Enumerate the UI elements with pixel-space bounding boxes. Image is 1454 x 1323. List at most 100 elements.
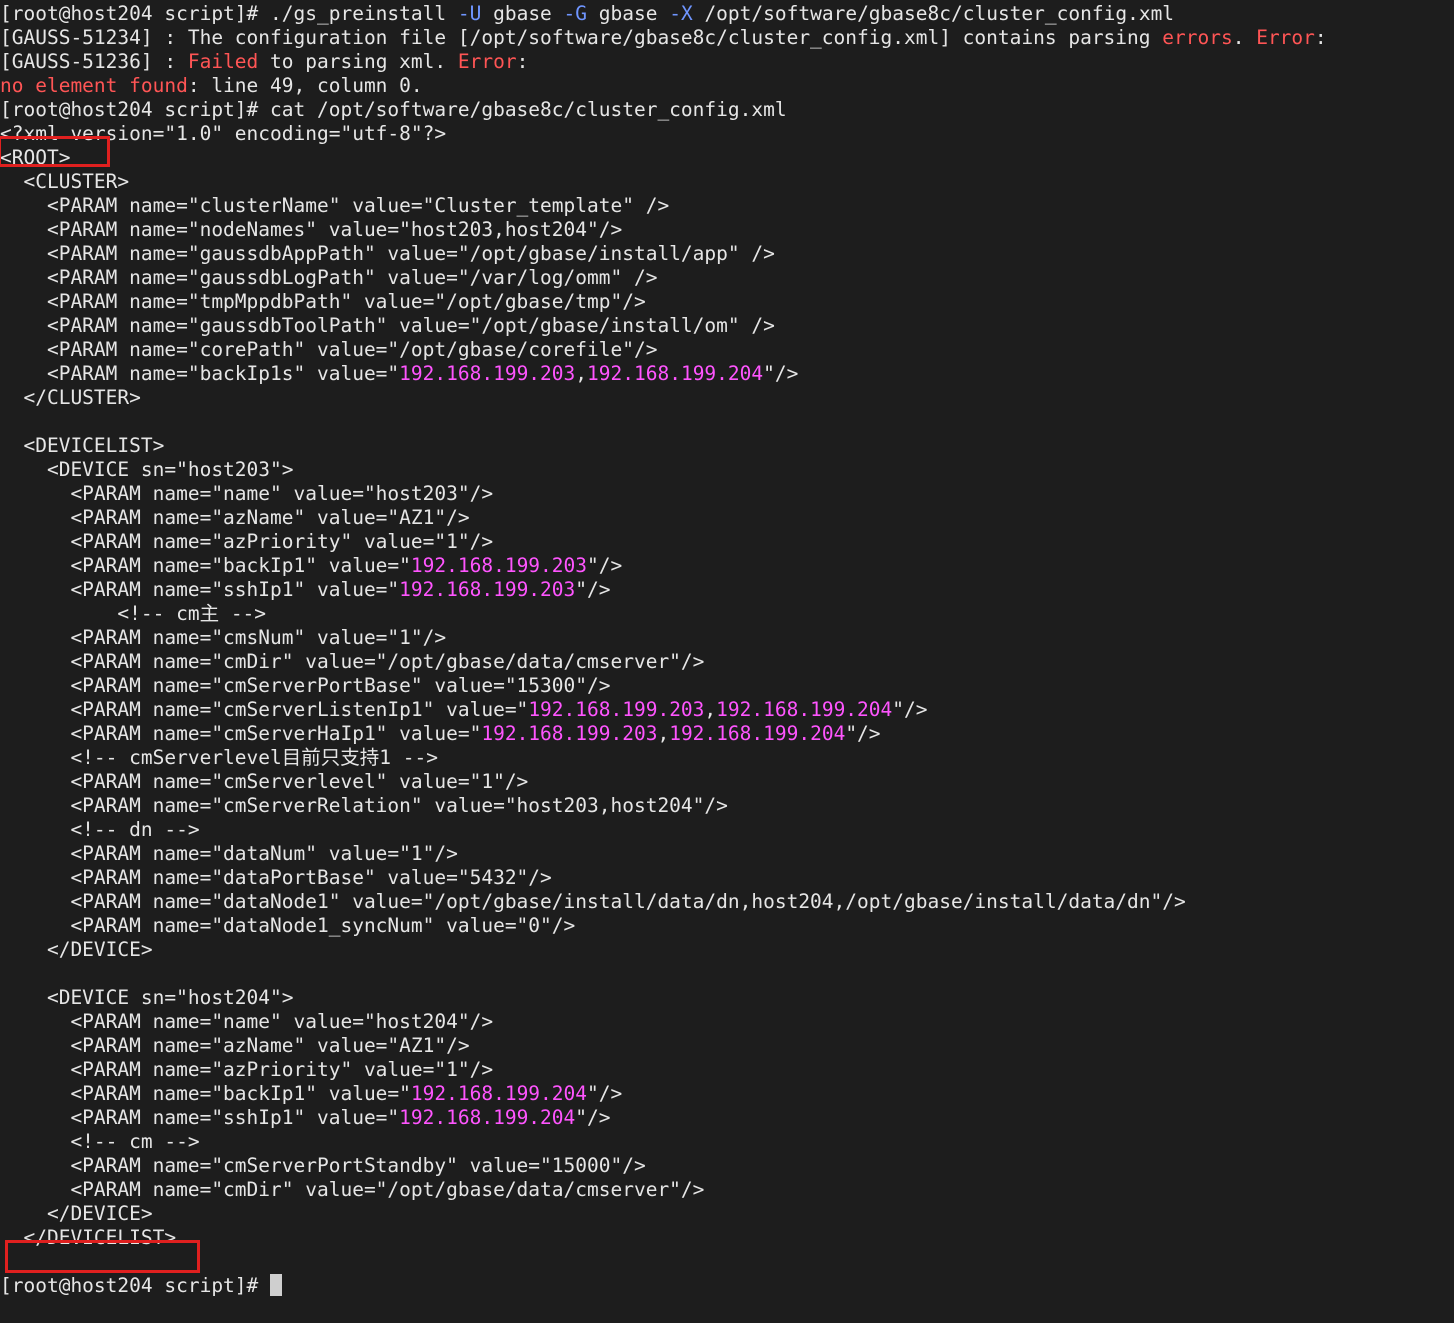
- terminal-line: <PARAM name="cmServerPortBase" value="15…: [0, 674, 1327, 698]
- terminal-text-segment: 192.168.199.203: [528, 698, 705, 721]
- terminal-line: <PARAM name="gaussdbLogPath" value="/var…: [0, 266, 1327, 290]
- terminal-output: [root@host204 script]# ./gs_preinstall -…: [0, 2, 1327, 1298]
- terminal-text-segment: Failed: [187, 50, 259, 73]
- terminal-text-segment: <PARAM name="cmServerPortStandby" value=…: [0, 1154, 646, 1177]
- terminal-line: </DEVICE>: [0, 938, 1327, 962]
- terminal-line: <PARAM name="azPriority" value="1"/>: [0, 1058, 1327, 1082]
- terminal-line: <PARAM name="gaussdbAppPath" value="/opt…: [0, 242, 1327, 266]
- terminal-line: <PARAM name="nodeNames" value="host203,h…: [0, 218, 1327, 242]
- terminal-text-segment: </DEVICE>: [0, 938, 153, 961]
- terminal-text-segment: "/>: [575, 1106, 611, 1129]
- terminal-line: <PARAM name="azPriority" value="1"/>: [0, 530, 1327, 554]
- terminal-window[interactable]: [root@host204 script]# ./gs_preinstall -…: [0, 0, 1454, 1323]
- terminal-line: <PARAM name="dataPortBase" value="5432"/…: [0, 866, 1327, 890]
- terminal-line: <PARAM name="sshIp1" value="192.168.199.…: [0, 1106, 1327, 1130]
- terminal-text-segment: 192.168.199.204: [587, 362, 764, 385]
- terminal-line: <PARAM name="sshIp1" value="192.168.199.…: [0, 578, 1327, 602]
- terminal-line: <PARAM name="cmDir" value="/opt/gbase/da…: [0, 650, 1327, 674]
- terminal-text-segment: "/>: [587, 1082, 623, 1105]
- terminal-text-segment: <PARAM name="cmServerHaIp1" value=": [0, 722, 482, 745]
- terminal-line: <!-- dn -->: [0, 818, 1327, 842]
- terminal-text-segment: <PARAM name="cmDir" value="/opt/gbase/da…: [0, 650, 705, 673]
- terminal-line: <PARAM name="backIp1" value="192.168.199…: [0, 554, 1327, 578]
- terminal-text-segment: <PARAM name="name" value="host204"/>: [0, 1010, 494, 1033]
- terminal-text-segment: -X: [669, 2, 693, 25]
- terminal-text-segment: <PARAM name="gaussdbAppPath" value="/opt…: [0, 242, 775, 265]
- terminal-text-segment: 192.168.199.203: [399, 362, 576, 385]
- terminal-line: <DEVICE sn="host204">: [0, 986, 1327, 1010]
- terminal-text-segment: <PARAM name="sshIp1" value=": [0, 1106, 400, 1129]
- terminal-text-segment: ,: [657, 722, 670, 745]
- terminal-line: <PARAM name="corePath" value="/opt/gbase…: [0, 338, 1327, 362]
- terminal-text-segment: <DEVICE sn="host204">: [0, 986, 294, 1009]
- terminal-text-segment: <!-- cm主 -->: [0, 602, 267, 625]
- terminal-text-segment: <PARAM name="cmServerPortBase" value="15…: [0, 674, 611, 697]
- prompt-line[interactable]: [root@host204 script]#: [0, 1274, 1327, 1298]
- terminal-line: <DEVICE sn="host203">: [0, 458, 1327, 482]
- terminal-text-segment: 192.168.199.204: [410, 1082, 588, 1105]
- terminal-text-segment: <PARAM name="tmpMppdbPath" value="/opt/g…: [0, 290, 646, 313]
- terminal-text-segment: <PARAM name="azName" value="AZ1"/>: [0, 506, 470, 529]
- terminal-line: [GAUSS-51236] : Failed to parsing xml. E…: [0, 50, 1327, 74]
- terminal-text-segment: /opt/software/gbase8c/cluster_config.xml: [692, 2, 1175, 25]
- terminal-line: <PARAM name="dataNode1" value="/opt/gbas…: [0, 890, 1327, 914]
- terminal-text-segment: : line 49, column 0.: [187, 74, 423, 97]
- terminal-text-segment: <PARAM name="backIp1s" value=": [0, 362, 400, 385]
- terminal-text-segment: "/>: [587, 554, 623, 577]
- terminal-text-segment: <PARAM name="azPriority" value="1"/>: [0, 530, 494, 553]
- terminal-text-segment: <CLUSTER>: [0, 170, 130, 193]
- terminal-line: <PARAM name="azName" value="AZ1"/>: [0, 1034, 1327, 1058]
- terminal-text-segment: <!-- cmServerlevel目前只支持1 -->: [0, 746, 438, 769]
- terminal-text-segment: Error: [1256, 26, 1315, 49]
- terminal-text-segment: [root@host204 script]# ./gs_preinstall: [0, 2, 458, 25]
- terminal-text-segment: "/>: [892, 698, 928, 721]
- terminal-text-segment: <PARAM name="dataNum" value="1"/>: [0, 842, 458, 865]
- terminal-text-segment: gbase: [587, 2, 670, 25]
- terminal-text-segment: "/>: [575, 578, 611, 601]
- terminal-text-segment: :: [1314, 26, 1327, 49]
- terminal-line: <PARAM name="dataNum" value="1"/>: [0, 842, 1327, 866]
- terminal-line: <!-- cm主 -->: [0, 602, 1327, 626]
- terminal-text-segment: <!-- dn -->: [0, 818, 200, 841]
- terminal-text-segment: :: [516, 50, 529, 73]
- terminal-line: <ROOT>: [0, 146, 1327, 170]
- terminal-text-segment: no element found: [0, 74, 188, 97]
- terminal-line: <PARAM name="cmsNum" value="1"/>: [0, 626, 1327, 650]
- terminal-text-segment: <PARAM name="dataPortBase" value="5432"/…: [0, 866, 552, 889]
- terminal-text-segment: ,: [575, 362, 588, 385]
- terminal-text-segment: </DEVICE>: [0, 1202, 153, 1225]
- terminal-line: [root@host204 script]# ./gs_preinstall -…: [0, 2, 1327, 26]
- terminal-line: <PARAM name="azName" value="AZ1"/>: [0, 506, 1327, 530]
- terminal-line: <!-- cm -->: [0, 1130, 1327, 1154]
- terminal-text-segment: </CLUSTER>: [0, 386, 141, 409]
- terminal-text-segment: <PARAM name="backIp1" value=": [0, 554, 411, 577]
- terminal-line: <PARAM name="cmServerHaIp1" value="192.1…: [0, 722, 1327, 746]
- terminal-text-segment: 192.168.199.204: [399, 1106, 576, 1129]
- terminal-text-segment: "/>: [845, 722, 881, 745]
- terminal-line: [GAUSS-51234] : The configuration file […: [0, 26, 1327, 50]
- terminal-text-segment: <ROOT>: [0, 146, 71, 169]
- terminal-text-segment: -G: [563, 2, 588, 25]
- terminal-text-segment: <PARAM name="nodeNames" value="host203,h…: [0, 218, 623, 241]
- terminal-text-segment: <PARAM name="azPriority" value="1"/>: [0, 1058, 494, 1081]
- terminal-text-segment: <PARAM name="backIp1" value=": [0, 1082, 411, 1105]
- terminal-text-segment: <PARAM name="dataNode1_syncNum" value="0…: [0, 914, 576, 937]
- terminal-text-segment: 192.168.199.203: [410, 554, 588, 577]
- terminal-text-segment: <PARAM name="gaussdbToolPath" value="/op…: [0, 314, 775, 337]
- terminal-text-segment: <PARAM name="sshIp1" value=": [0, 578, 400, 601]
- terminal-line: </DEVICELIST>: [0, 1226, 1327, 1250]
- terminal-text-segment: errors: [1162, 26, 1233, 49]
- terminal-text-segment: <?xml version="1.0" encoding="utf-8"?>: [0, 122, 447, 145]
- terminal-text-segment: to parsing xml.: [258, 50, 458, 73]
- terminal-text-segment: "/>: [763, 362, 799, 385]
- terminal-line: <PARAM name="backIp1" value="192.168.199…: [0, 1082, 1327, 1106]
- terminal-line: [root@host204 script]# cat /opt/software…: [0, 98, 1327, 122]
- terminal-text-segment: [GAUSS-51234] : The configuration file […: [0, 26, 1163, 49]
- terminal-text-segment: 192.168.199.203: [399, 578, 576, 601]
- terminal-text-segment: <PARAM name="cmDir" value="/opt/gbase/da…: [0, 1178, 705, 1201]
- terminal-text-segment: <PARAM name="azName" value="AZ1"/>: [0, 1034, 470, 1057]
- terminal-line: no element found: line 49, column 0.: [0, 74, 1327, 98]
